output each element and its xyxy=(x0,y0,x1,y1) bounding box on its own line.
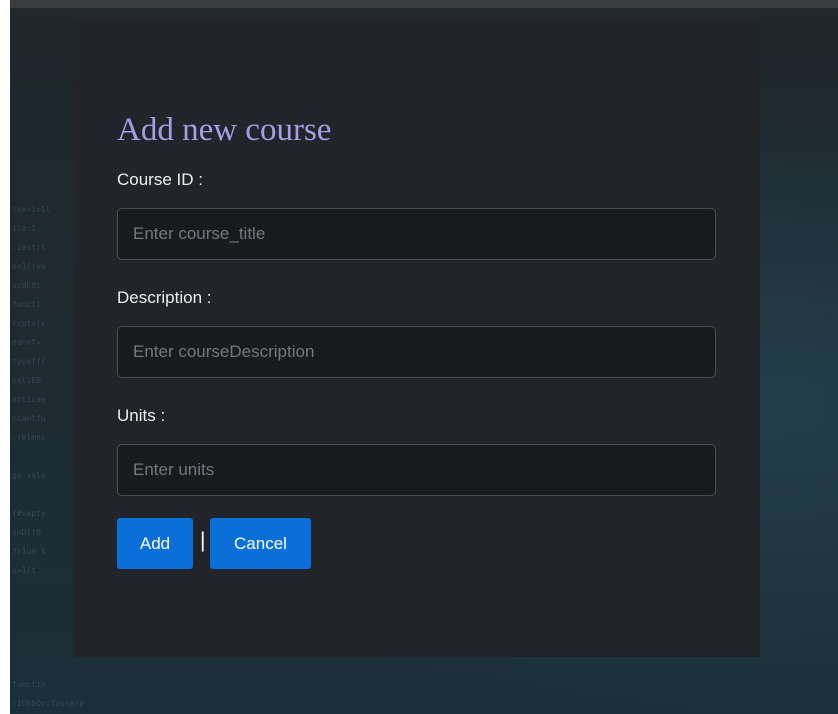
units-input[interactable] xyxy=(117,444,716,496)
description-input[interactable] xyxy=(117,326,716,378)
cancel-button[interactable]: Cancel xyxy=(210,518,311,569)
decorative-code-background-bottom: functio (1ObbOr:Tasserp xyxy=(12,680,85,708)
description-label: Description : xyxy=(117,288,212,307)
add-button[interactable]: Add xyxy=(117,518,193,569)
decorative-code-background: ike+1=1l ile:1; .iast:t e=1{(va ucdEdi f… xyxy=(12,205,51,575)
course-id-input[interactable] xyxy=(117,208,716,260)
add-course-modal: Add new course Course ID : Description :… xyxy=(74,20,760,657)
top-strip xyxy=(10,0,838,20)
units-label: Units : xyxy=(117,406,166,425)
button-separator: | xyxy=(200,529,206,552)
app-viewport: ike+1=1l ile:1; .iast:t e=1{(va ucdEdi f… xyxy=(10,0,838,714)
course-id-label: Course ID : xyxy=(117,170,203,189)
modal-title: Add new course xyxy=(117,112,332,148)
